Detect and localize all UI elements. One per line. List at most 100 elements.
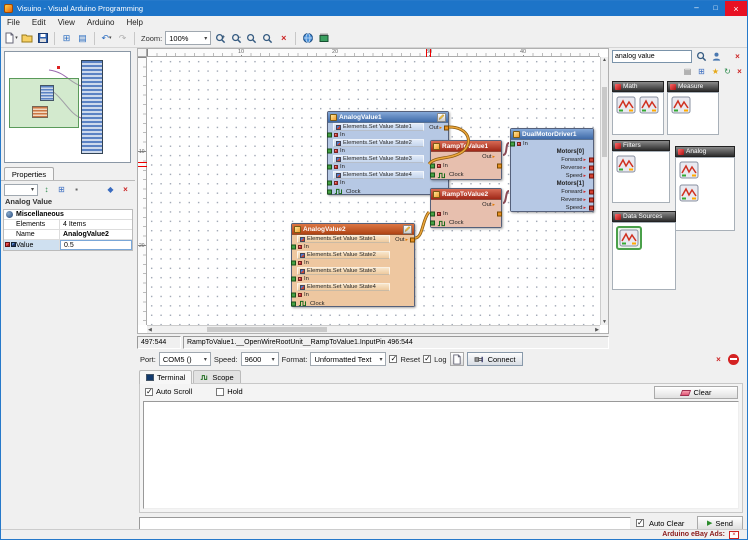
in-pin[interactable] <box>327 133 332 138</box>
property-row-value[interactable]: Value 0.5 <box>4 240 132 250</box>
web-help-icon[interactable] <box>300 31 315 46</box>
pin-in[interactable]: In <box>328 179 448 187</box>
pin-in[interactable]: In <box>511 140 593 148</box>
category-math[interactable]: Math <box>612 81 664 92</box>
pin-reverse[interactable]: Reverse▸ <box>511 164 593 172</box>
category-filters[interactable]: Filters <box>612 140 670 151</box>
element-row[interactable]: Elements.Set Value State3 <box>297 267 390 275</box>
connect-button[interactable]: Connect <box>467 352 523 366</box>
diagram-grid[interactable]: AnalogValue1 Out▸ Elements.Set Value Sta… <box>147 57 600 325</box>
component-ramptovalue1[interactable]: RampToValue1 Out▸ In Clock <box>430 140 502 180</box>
clock-pin[interactable] <box>430 173 435 178</box>
new-project-button[interactable]: ▾ <box>3 31 18 46</box>
auto-scroll-checkbox[interactable] <box>145 388 153 396</box>
component-icon[interactable] <box>616 96 636 114</box>
in-pin[interactable] <box>327 149 332 154</box>
in-pin[interactable] <box>291 245 296 250</box>
pin-in[interactable]: In <box>292 275 414 283</box>
out-pin[interactable] <box>444 126 449 131</box>
sort-icon[interactable]: ↕ <box>40 183 53 196</box>
component-icon[interactable] <box>679 184 699 202</box>
component-dualmotordriver1[interactable]: DualMotorDriver1 In Motors[0] Forward▸ R… <box>510 128 594 212</box>
wand-icon[interactable]: ◆ <box>104 183 117 196</box>
menu-file[interactable]: File <box>1 18 26 27</box>
in-pin[interactable] <box>291 277 296 282</box>
scrollbar-thumb[interactable] <box>602 87 607 157</box>
view-categories-icon[interactable]: ⊞ <box>695 65 708 78</box>
port-select[interactable]: COM5 () <box>159 352 211 366</box>
pin-icon[interactable]: ▪ <box>70 183 83 196</box>
close-properties-icon[interactable]: × <box>119 183 132 196</box>
save-project-button[interactable] <box>35 31 50 46</box>
pin-in[interactable]: In <box>431 209 501 218</box>
category-measure[interactable]: Measure <box>667 81 719 92</box>
in-pin[interactable] <box>291 293 296 298</box>
clock-pin[interactable] <box>327 189 332 194</box>
category-data-sources[interactable]: Data Sources <box>612 211 676 222</box>
clear-button[interactable]: Clear <box>654 386 738 399</box>
tab-properties[interactable]: Properties <box>4 167 54 181</box>
output-pin[interactable] <box>589 158 594 163</box>
send-button[interactable]: ▶ Send <box>697 516 743 530</box>
hold-checkbox[interactable] <box>216 388 224 396</box>
clock-pin[interactable] <box>291 301 296 306</box>
minimap-viewport[interactable] <box>9 78 79 128</box>
speed-select[interactable]: 9600 <box>241 352 279 366</box>
view-grid-icon[interactable]: ⊞ <box>59 31 74 46</box>
tab-scope[interactable]: Scope <box>193 370 240 383</box>
send-input[interactable] <box>139 517 631 530</box>
pin-in[interactable]: In <box>292 259 414 267</box>
maximize-button[interactable] <box>706 1 725 16</box>
toolbox-search-input[interactable] <box>613 53 691 60</box>
zoom-in-icon[interactable]: + <box>212 31 227 46</box>
close-toolbox-icon[interactable]: × <box>733 65 746 78</box>
undo-button[interactable]: ↶▾ <box>99 31 114 46</box>
pin-out[interactable]: Out▸ <box>431 200 501 209</box>
delete-button[interactable]: × <box>276 31 291 46</box>
search-icon[interactable] <box>695 50 708 63</box>
pin-forward[interactable]: Forward▸ <box>511 156 593 164</box>
selected-component[interactable] <box>616 226 642 250</box>
horizontal-scrollbar[interactable] <box>147 325 600 333</box>
properties-filter-select[interactable] <box>4 184 38 196</box>
component-icon[interactable] <box>679 161 699 179</box>
user-filter-icon[interactable] <box>710 50 723 63</box>
in-pin[interactable] <box>327 165 332 170</box>
clear-search-icon[interactable]: × <box>731 50 744 63</box>
view-list-icon[interactable]: ▤ <box>681 65 694 78</box>
open-project-button[interactable] <box>19 31 34 46</box>
in-pin[interactable] <box>430 211 435 216</box>
property-row-elements[interactable]: Elements 4 Items <box>4 220 132 230</box>
redo-button[interactable]: ↷ <box>115 31 130 46</box>
element-row[interactable]: Elements.Set Value State2 <box>297 251 390 259</box>
component-ramptovalue2[interactable]: RampToValue2 Out▸ In Clock <box>430 188 502 228</box>
component-analogvalue2[interactable]: AnalogValue2 Out▸ Elements.Set Value Sta… <box>291 223 415 307</box>
pin-out[interactable]: Out▸ <box>431 152 501 161</box>
element-row[interactable]: Elements.Set Value State4 <box>333 171 424 179</box>
element-row[interactable]: Elements.Set Value State1 <box>297 235 390 243</box>
pin-speed[interactable]: Speed▸ <box>511 204 593 212</box>
output-pin[interactable] <box>589 198 594 203</box>
pin-in[interactable]: In <box>292 291 414 299</box>
component-icon[interactable] <box>639 96 659 114</box>
in-pin[interactable] <box>291 261 296 266</box>
menu-view[interactable]: View <box>52 18 81 27</box>
in-pin[interactable] <box>510 142 515 147</box>
output-pin[interactable] <box>589 206 594 211</box>
in-pin[interactable] <box>430 163 435 168</box>
zoom-select[interactable]: 100% <box>165 31 211 45</box>
stop-icon[interactable] <box>728 354 739 365</box>
diagram-minimap[interactable] <box>4 51 131 163</box>
output-pin[interactable] <box>589 174 594 179</box>
pin-clock[interactable]: Clock <box>431 170 501 180</box>
element-row[interactable]: Elements.Set Value State1 <box>333 123 424 131</box>
upload-to-board-button[interactable] <box>316 31 331 46</box>
edit-elements-button[interactable] <box>403 225 412 234</box>
category-analog[interactable]: Analog <box>675 146 735 157</box>
reset-checkbox[interactable] <box>389 355 397 363</box>
format-select[interactable]: Unformatted Text <box>310 352 386 366</box>
output-pin[interactable] <box>589 190 594 195</box>
auto-clear-checkbox[interactable] <box>636 519 644 527</box>
property-value-editor[interactable]: 0.5 <box>60 240 132 250</box>
out-pin[interactable] <box>410 238 415 243</box>
